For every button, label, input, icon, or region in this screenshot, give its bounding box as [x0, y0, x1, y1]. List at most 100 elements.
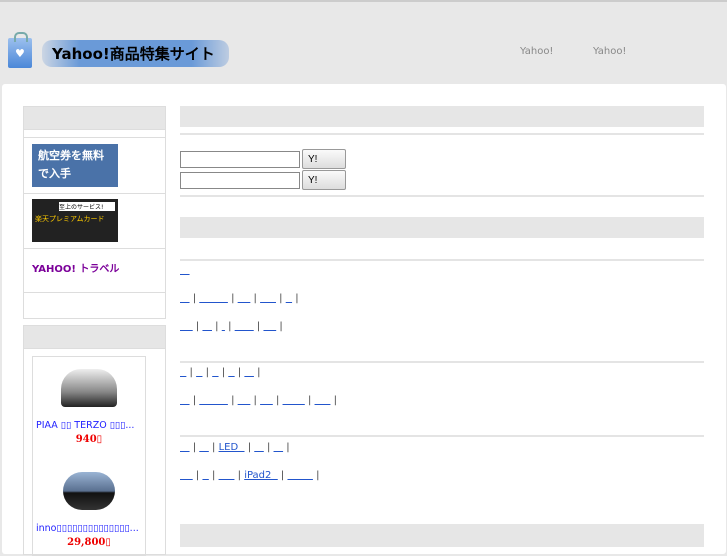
- separator: |: [253, 321, 264, 332]
- category-link[interactable]: [238, 293, 251, 304]
- divider: [24, 292, 165, 293]
- nav-link-yahoo-2[interactable]: Yahoo!: [593, 46, 626, 57]
- category-link[interactable]: [180, 470, 193, 481]
- category-link[interactable]: [180, 442, 190, 453]
- banner-airline-ticket[interactable]: 航空券を無料で入手: [32, 144, 118, 187]
- category-link[interactable]: [199, 395, 228, 406]
- box-header: [24, 107, 165, 130]
- separator: |: [212, 321, 222, 332]
- product-name[interactable]: PIAA ▯▯ TERZO ▯▯▯...: [36, 420, 134, 431]
- category-link[interactable]: [180, 321, 193, 332]
- banner-title: 楽天プレミアムカード: [35, 215, 105, 223]
- divider: [24, 137, 165, 138]
- separator: |: [244, 442, 255, 453]
- separator: |: [227, 395, 238, 406]
- category-link[interactable]: [260, 395, 273, 406]
- banner-yahoo-travel[interactable]: YAHOO! トラベル: [32, 260, 127, 280]
- divider: [24, 193, 165, 194]
- category-link[interactable]: [263, 321, 276, 332]
- separator: |: [253, 367, 264, 378]
- separator: |: [330, 395, 341, 406]
- product-name[interactable]: inno▯▯▯▯▯▯▯▯▯▯▯▯▯▯...: [36, 523, 139, 534]
- separator: |: [224, 321, 235, 332]
- separator: |: [227, 293, 238, 304]
- link-row: | | | | |: [180, 293, 302, 304]
- link-row: | | | iPad2 | |: [180, 470, 323, 481]
- nav-link-yahoo-1[interactable]: Yahoo!: [520, 46, 553, 57]
- separator: |: [272, 395, 283, 406]
- category-link[interactable]: [287, 470, 312, 481]
- product-box: PIAA ▯▯ TERZO ▯▯▯... 940▯ inno▯▯▯▯▯▯▯▯▯▯…: [23, 325, 166, 556]
- category-link[interactable]: [283, 395, 305, 406]
- separator: |: [189, 395, 200, 406]
- site-title: Yahoo!商品特集サイト: [42, 39, 229, 67]
- category-link[interactable]: [244, 367, 254, 378]
- header: Yahoo!商品特集サイト Yahoo! Yahoo!: [0, 2, 727, 84]
- separator: |: [192, 321, 203, 332]
- separator: |: [234, 470, 245, 481]
- category-link[interactable]: LED: [219, 442, 245, 453]
- search-input-2[interactable]: [180, 172, 300, 189]
- category-link[interactable]: [199, 442, 209, 453]
- shopping-bag-icon: [8, 32, 32, 68]
- separator: |: [275, 293, 286, 304]
- divider: [180, 435, 704, 437]
- product-list: PIAA ▯▯ TERZO ▯▯▯... 940▯ inno▯▯▯▯▯▯▯▯▯▯…: [32, 356, 146, 556]
- category-link[interactable]: [315, 395, 331, 406]
- divider: [180, 133, 704, 135]
- product-price: 940▯: [75, 434, 103, 445]
- divider: [180, 361, 704, 363]
- category-link[interactable]: [238, 395, 251, 406]
- separator: |: [186, 367, 197, 378]
- separator: |: [283, 442, 293, 453]
- separator: |: [250, 395, 261, 406]
- separator: |: [202, 367, 213, 378]
- category-link[interactable]: [235, 321, 254, 332]
- separator: |: [208, 442, 219, 453]
- product-image-roof-box[interactable]: [61, 369, 117, 407]
- separator: |: [292, 293, 302, 304]
- search-input-1[interactable]: [180, 151, 300, 168]
- separator: |: [189, 442, 200, 453]
- category-link[interactable]: [260, 293, 276, 304]
- category-link[interactable]: [219, 470, 235, 481]
- link-row: | | LED | | |: [180, 442, 293, 453]
- section-header: [180, 217, 704, 238]
- category-link[interactable]: [274, 442, 284, 453]
- separator: |: [218, 367, 229, 378]
- separator: |: [189, 293, 200, 304]
- banner-subtitle: 至上のサービス!: [59, 202, 115, 211]
- category-link[interactable]: iPad2: [244, 470, 278, 481]
- category-link[interactable]: [202, 321, 212, 332]
- box-header: [24, 326, 165, 349]
- search-button-1[interactable]: Y!: [302, 149, 346, 169]
- link-row: | | | | | |: [180, 395, 340, 406]
- category-link[interactable]: [254, 442, 264, 453]
- separator: |: [234, 367, 245, 378]
- separator: |: [208, 470, 219, 481]
- search-button-2[interactable]: Y!: [302, 170, 346, 190]
- divider: [180, 195, 704, 197]
- separator: |: [263, 442, 274, 453]
- divider: [24, 248, 165, 249]
- separator: |: [192, 470, 203, 481]
- banner-rakuten-card[interactable]: 至上のサービス! 楽天プレミアムカード: [32, 199, 118, 242]
- category-link[interactable]: [180, 395, 190, 406]
- product-price: 29,800▯: [67, 537, 111, 548]
- category-link[interactable]: [180, 293, 190, 304]
- separator: |: [250, 293, 261, 304]
- separator: |: [312, 470, 323, 481]
- link-row: [180, 265, 190, 276]
- divider: [180, 259, 704, 261]
- section-header: [180, 106, 704, 127]
- product-image-cargo-box[interactable]: [63, 472, 115, 510]
- category-link[interactable]: [180, 265, 190, 276]
- banner-box: 航空券を無料で入手 至上のサービス! 楽天プレミアムカード YAHOO! トラベル: [23, 106, 166, 319]
- site-logo[interactable]: Yahoo!商品特集サイト: [8, 32, 229, 68]
- separator: |: [276, 321, 286, 332]
- section-header: [180, 524, 704, 547]
- link-row: | | | | |: [180, 367, 264, 378]
- separator: |: [304, 395, 315, 406]
- category-link[interactable]: [199, 293, 228, 304]
- link-row: | | | | |: [180, 321, 286, 332]
